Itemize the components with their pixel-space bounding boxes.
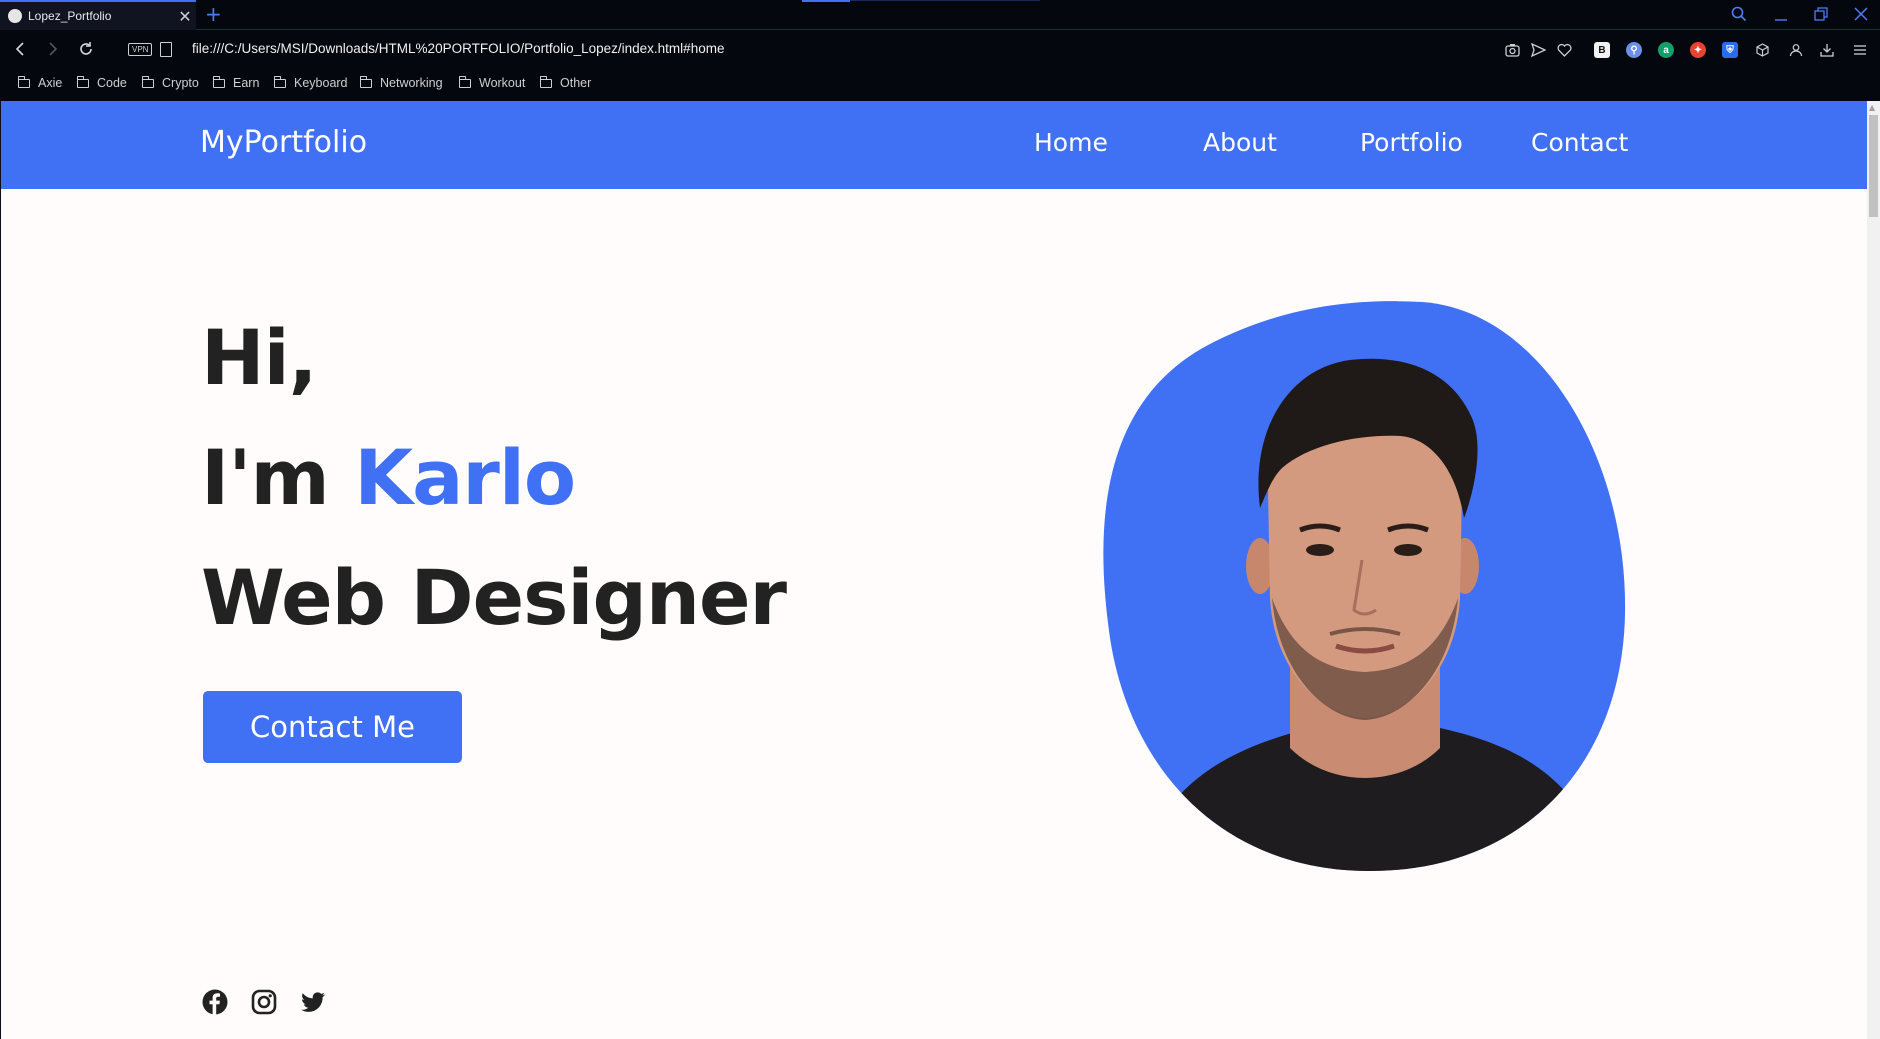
bookmark-label: Workout [479, 76, 526, 90]
shield-extension-icon[interactable]: ⛨ [1722, 42, 1738, 58]
address-bar[interactable]: file:///C:/Users/MSI/Downloads/HTML%20PO… [192, 41, 724, 56]
hero-role: Web Designer [201, 553, 787, 642]
bookmark-label: Code [97, 76, 127, 90]
minimize-icon[interactable] [1773, 6, 1789, 22]
send-icon[interactable] [1531, 43, 1546, 57]
bookmark-label: Keyboard [294, 76, 348, 90]
reload-icon[interactable] [78, 41, 94, 57]
folder-icon [77, 75, 89, 88]
browser-toolbar: VPN file:///C:/Users/MSI/Downloads/HTML%… [0, 30, 1880, 70]
folder-icon [360, 75, 372, 88]
hero-intro: I'm Karlo [201, 433, 576, 522]
close-window-icon[interactable] [1853, 6, 1869, 22]
nav-contact[interactable]: Contact [1531, 128, 1628, 157]
bookmark-label: Crypto [162, 76, 199, 90]
tab-title: Lopez_Portfolio [28, 9, 112, 23]
folder-icon [18, 75, 30, 88]
bookmark-earn[interactable]: Earn [213, 75, 260, 90]
download-icon[interactable] [1820, 43, 1834, 57]
bookmark-workout[interactable]: Workout [459, 75, 526, 90]
back-icon[interactable] [12, 41, 28, 57]
page-scrollbar[interactable]: ▲ [1867, 101, 1880, 1039]
instagram-icon[interactable] [251, 989, 277, 1015]
cube-icon[interactable] [1755, 43, 1770, 57]
bookmark-axie[interactable]: Axie [18, 75, 63, 90]
hero-intro-prefix: I'm [201, 433, 355, 522]
globe-icon [8, 9, 22, 23]
site-logo[interactable]: MyPortfolio [200, 125, 367, 160]
hero-greeting: Hi, [201, 313, 318, 402]
tab-bar-divider [850, 0, 1040, 1]
nav-home[interactable]: Home [1034, 128, 1108, 157]
bookmark-label: Axie [38, 76, 63, 90]
web-page: MyPortfolio Home About Portfolio Contact… [0, 101, 1867, 1039]
bookmark-label: Earn [233, 76, 260, 90]
bookmark-other[interactable]: Other [540, 75, 592, 90]
restore-icon[interactable] [1813, 6, 1829, 22]
flame-extension-icon[interactable]: ✦ [1690, 42, 1706, 58]
bookmark-label: Other [560, 76, 592, 90]
nav-about[interactable]: About [1203, 128, 1277, 157]
scroll-up-arrow-icon[interactable]: ▲ [1869, 103, 1875, 112]
tab-bar-highlight [802, 0, 850, 2]
folder-icon [459, 75, 471, 88]
bookmark-networking[interactable]: Networking [360, 75, 443, 90]
a-extension-icon[interactable]: a [1658, 42, 1674, 58]
b-extension-icon[interactable]: B [1594, 42, 1610, 58]
hero-name: Karlo [354, 433, 576, 522]
folder-icon [142, 75, 154, 88]
bookmark-label: Networking [380, 76, 443, 90]
twitter-icon[interactable] [300, 989, 326, 1015]
menu-icon[interactable] [1853, 43, 1867, 57]
page-icon [160, 42, 172, 57]
vpn-badge[interactable]: VPN [128, 43, 153, 56]
folder-icon [274, 75, 286, 88]
bookmarks-bar: Axie Code Crypto Earn Keyboard Networkin… [0, 70, 1880, 101]
profile-image [1103, 301, 1626, 872]
forward-icon[interactable] [45, 41, 61, 57]
new-tab-button[interactable]: + [205, 2, 222, 26]
search-icon[interactable] [1731, 6, 1747, 22]
search-extension-icon[interactable]: ⚲ [1626, 42, 1642, 58]
scrollbar-thumb[interactable] [1869, 115, 1878, 217]
browser-tab-bar: Lopez_Portfolio ✕ + [0, 0, 1880, 30]
bookmark-keyboard[interactable]: Keyboard [274, 75, 348, 90]
tab-close-icon[interactable]: ✕ [174, 7, 196, 26]
contact-me-button[interactable]: Contact Me [203, 691, 462, 763]
camera-icon[interactable] [1505, 43, 1520, 57]
nav-portfolio[interactable]: Portfolio [1360, 128, 1463, 157]
facebook-icon[interactable] [202, 989, 228, 1015]
bookmark-crypto[interactable]: Crypto [142, 75, 199, 90]
heart-icon[interactable] [1557, 43, 1572, 57]
folder-icon [213, 75, 225, 88]
site-navbar: MyPortfolio Home About Portfolio Contact [1, 101, 1867, 189]
folder-icon [540, 75, 552, 88]
profile-icon[interactable] [1789, 43, 1803, 57]
browser-tab[interactable]: Lopez_Portfolio ✕ [0, 0, 196, 30]
bookmark-code[interactable]: Code [77, 75, 127, 90]
